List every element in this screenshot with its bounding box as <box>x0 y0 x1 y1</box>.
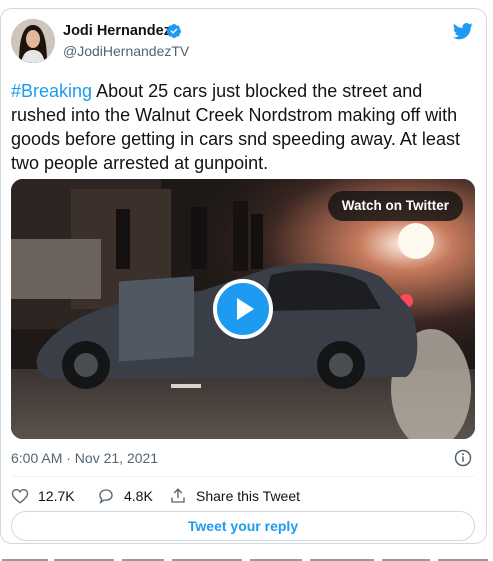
share-icon <box>171 488 185 503</box>
video-player[interactable]: Watch on Twitter <box>11 179 475 439</box>
tweet-timestamp[interactable]: 6:00 AM · Nov 21, 2021 <box>11 450 158 466</box>
text-fragment <box>2 559 488 561</box>
like-count: 12.7K <box>38 488 75 504</box>
play-icon[interactable] <box>213 279 273 339</box>
like-button[interactable]: 12.7K <box>11 485 75 507</box>
info-icon[interactable] <box>454 449 472 467</box>
tweet-your-reply-button[interactable]: Tweet your reply <box>11 511 475 541</box>
tweet-card: Jodi Hernandez @JodiHernandezTV #Breakin… <box>0 8 487 544</box>
page-text-below-embed <box>0 551 493 561</box>
watch-on-twitter-button[interactable]: Watch on Twitter <box>327 191 463 221</box>
reply-button[interactable]: 4.8K <box>97 485 153 507</box>
share-button[interactable]: Share this Tweet <box>169 485 300 507</box>
comment-icon <box>99 489 113 505</box>
share-label: Share this Tweet <box>196 488 301 504</box>
hashtag-link[interactable]: #Breaking <box>11 81 92 101</box>
reply-count: 4.8K <box>124 488 153 504</box>
author-avatar[interactable] <box>11 19 55 63</box>
author-handle[interactable]: @JodiHernandezTV <box>63 43 189 59</box>
heart-icon <box>11 488 29 504</box>
author-name[interactable]: Jodi Hernandez <box>63 23 171 39</box>
tweet-text: #Breaking About 25 cars just blocked the… <box>11 79 471 175</box>
twitter-bird-icon[interactable] <box>452 21 474 41</box>
verified-badge-icon <box>166 24 181 38</box>
divider <box>11 476 475 477</box>
